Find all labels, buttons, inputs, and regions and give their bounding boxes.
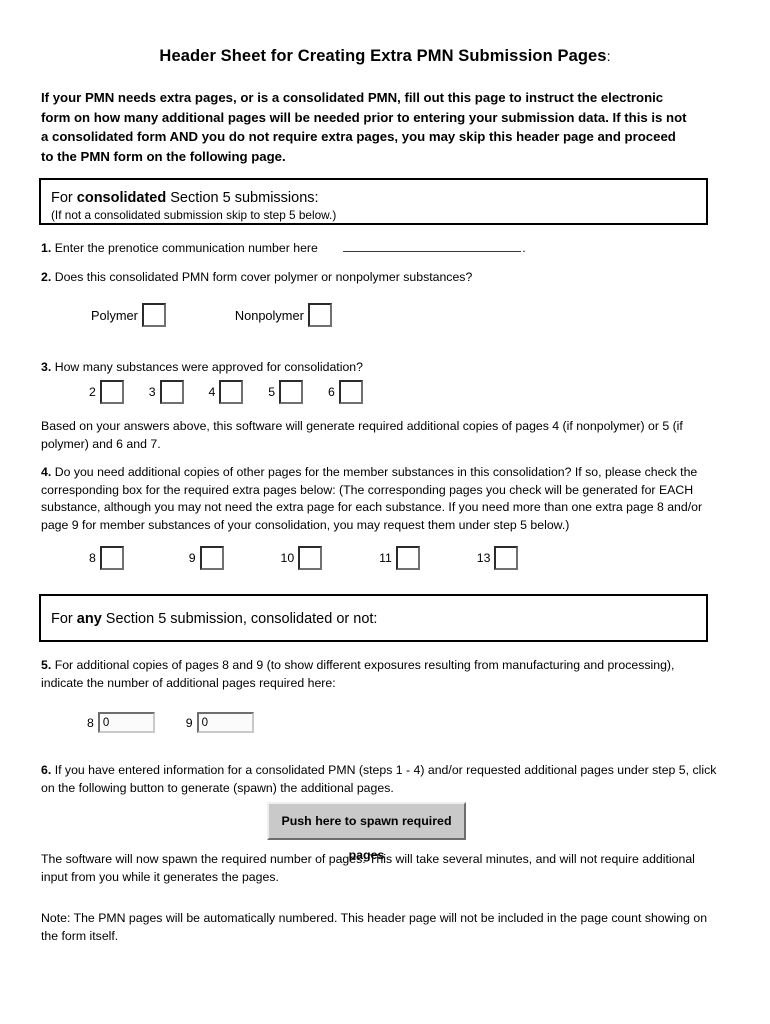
any-heading-bold: any [76, 611, 102, 627]
extra-page-9-group[interactable]: 9 [186, 712, 254, 733]
substances-4-group[interactable]: 4 [209, 380, 244, 404]
any-submission-section-box: For any Section 5 submission, consolidat… [39, 594, 708, 642]
page-9-label: 9 [188, 551, 196, 565]
question-2-text: Does this consolidated PMN form cover po… [54, 270, 473, 284]
substances-3-group[interactable]: 3 [149, 380, 184, 404]
consolidated-heading-bold: consolidated [76, 190, 167, 206]
nonpolymer-checkbox[interactable] [307, 303, 332, 327]
any-heading-prefix: For [51, 611, 77, 627]
consolidated-section-heading: For consolidated Section 5 submissions: [51, 189, 706, 207]
consolidated-section-subnote: (If not a consolidated submission skip t… [51, 208, 337, 222]
question-1-text: Enter the prenotice communication number… [54, 241, 318, 255]
consolidated-heading-prefix: For [51, 190, 77, 206]
question-1-trailing: . [522, 241, 526, 255]
page-8-label: 8 [89, 551, 96, 565]
substances-2-label: 2 [89, 385, 96, 399]
page-13-label: 13 [476, 551, 491, 565]
question-5-text: For additional copies of pages 8 and 9 (… [41, 658, 675, 690]
page-9-group[interactable]: 9 [189, 546, 224, 570]
extra-page-8-input[interactable] [97, 712, 155, 733]
substances-5-label: 5 [268, 385, 276, 399]
question-3-number: 3. [41, 360, 52, 374]
page-8-group[interactable]: 8 [89, 546, 124, 570]
substances-6-group[interactable]: 6 [328, 380, 363, 404]
page-10-group[interactable]: 10 [281, 546, 323, 570]
intro-paragraph: If your PMN needs extra pages, or is a c… [41, 90, 687, 164]
page-numbering-note-paragraph: Note: The PMN pages will be automaticall… [41, 911, 708, 943]
substances-4-label: 4 [208, 385, 216, 399]
prenotice-number-input[interactable] [343, 240, 522, 252]
question-6: 6. If you have entered information for a… [41, 762, 717, 797]
substances-6-checkbox[interactable] [338, 380, 363, 404]
extra-page-8-group[interactable]: 8 [87, 712, 155, 733]
question-2: 2. Does this consolidated PMN form cover… [41, 269, 701, 287]
page-11-group[interactable]: 11 [379, 546, 420, 570]
question-3-text: How many substances were approved for co… [54, 360, 363, 374]
any-heading-suffix: Section 5 submission, consolidated or no… [101, 611, 378, 627]
page-title-text: Header Sheet for Creating Extra PMN Subm… [159, 47, 607, 65]
question-4-text: Do you need additional copies of other p… [41, 465, 703, 532]
substances-3-checkbox[interactable] [159, 380, 184, 404]
consolidated-heading-suffix: Section 5 submissions: [166, 190, 319, 206]
consolidated-section-box: For consolidated Section 5 submissions: … [39, 178, 708, 225]
substances-5-checkbox[interactable] [279, 380, 304, 404]
question-4: 4. Do you need additional copies of othe… [41, 464, 713, 534]
question-3: 3. How many substances were approved for… [41, 359, 701, 377]
extra-page-8-label: 8 [87, 715, 94, 730]
generate-note-paragraph: Based on your answers above, this softwa… [41, 419, 683, 451]
question-4-number: 4. [41, 465, 52, 479]
substances-3-label: 3 [148, 385, 156, 399]
page-10-checkbox[interactable] [298, 546, 323, 570]
nonpolymer-label: Nonpolymer [234, 307, 304, 323]
question-6-number: 6. [41, 763, 52, 777]
polymer-label: Polymer [91, 307, 138, 323]
page-9-checkbox[interactable] [199, 546, 224, 570]
substances-6-label: 6 [328, 385, 335, 399]
spawn-note-paragraph: The software will now spawn the required… [41, 852, 695, 884]
question-1: 1. Enter the prenotice communication num… [41, 240, 701, 258]
polymer-checkbox-group[interactable]: Polymer [91, 303, 166, 327]
document-page: Header Sheet for Creating Extra PMN Subm… [0, 0, 770, 1024]
substances-2-checkbox[interactable] [99, 380, 124, 404]
any-section-heading: For any Section 5 submission, consolidat… [51, 605, 706, 628]
question-6-text: If you have entered information for a co… [41, 763, 717, 795]
nonpolymer-checkbox-group[interactable]: Nonpolymer [235, 303, 332, 327]
question-1-number: 1. [41, 241, 52, 255]
page-13-checkbox[interactable] [494, 546, 519, 570]
substances-4-checkbox[interactable] [219, 380, 244, 404]
page-title-colon: : [606, 48, 611, 64]
extra-page-9-input[interactable] [196, 712, 254, 733]
substances-5-group[interactable]: 5 [268, 380, 304, 404]
page-8-checkbox[interactable] [99, 546, 124, 570]
extra-page-9-label: 9 [185, 715, 193, 730]
question-2-number: 2. [41, 270, 52, 284]
page-13-group[interactable]: 13 [477, 546, 519, 570]
question-5: 5. For additional copies of pages 8 and … [41, 657, 713, 692]
page-title: Header Sheet for Creating Extra PMN Subm… [0, 0, 770, 66]
spawn-pages-button[interactable]: Push here to spawn required pages [267, 802, 466, 862]
page-11-checkbox[interactable] [395, 546, 420, 570]
polymer-checkbox[interactable] [141, 303, 166, 327]
page-11-label: 11 [379, 551, 392, 565]
question-5-number: 5. [41, 658, 52, 672]
page-10-label: 10 [280, 551, 295, 565]
substances-2-group[interactable]: 2 [89, 380, 124, 404]
